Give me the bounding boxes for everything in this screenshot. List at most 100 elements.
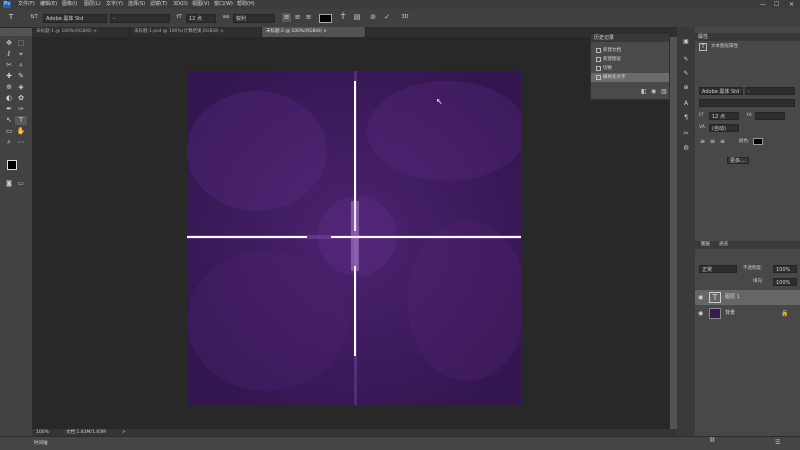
more-tools-icon[interactable]: ⋯	[15, 138, 27, 147]
shape-tool-icon[interactable]: ▭	[3, 127, 15, 136]
font-size-select[interactable]: 12 点	[186, 14, 216, 23]
link-layers-icon[interactable]: ⛓	[709, 437, 715, 443]
properties-title[interactable]: 属性	[695, 33, 800, 41]
path-select-icon[interactable]: ↖	[3, 116, 15, 125]
layer-name[interactable]: 背景	[725, 306, 735, 321]
zoom-tool-icon[interactable]: ⌕	[3, 138, 15, 147]
screen-mode-icon[interactable]: ▭	[15, 179, 27, 188]
fill-field[interactable]: 100%	[773, 278, 797, 286]
align-left-button[interactable]: ≡	[699, 137, 706, 146]
maximize-button[interactable]: ☐	[774, 0, 779, 9]
history-item[interactable]: 新建图层	[591, 55, 669, 64]
more-button[interactable]: 更多...	[727, 157, 749, 164]
adjustments-icon[interactable]: ◍	[680, 143, 692, 152]
font-family-select[interactable]: Adobe 黑体 Std	[43, 14, 107, 23]
menu-edit[interactable]: 编辑(E)	[40, 1, 57, 8]
close-icon[interactable]: ×	[220, 29, 224, 34]
marquee-tool-icon[interactable]: ⬚	[15, 39, 27, 48]
character-panel-icon[interactable]: ▤	[352, 13, 362, 22]
brush-tool-icon[interactable]: ✎	[15, 72, 27, 81]
history-title[interactable]: 历史记录	[591, 34, 669, 42]
align-left-button[interactable]: ≡	[282, 13, 291, 22]
menu-help[interactable]: 帮助(H)	[237, 1, 255, 8]
menu-layer[interactable]: 图层(L)	[84, 1, 101, 8]
history-panel-icon[interactable]: ▣	[680, 37, 692, 46]
menu-file[interactable]: 文件(F)	[18, 1, 35, 8]
quick-mask-icon[interactable]: ◙	[3, 179, 15, 188]
font-style-select[interactable]: -	[745, 87, 795, 95]
align-right-button[interactable]: ≡	[719, 137, 726, 146]
close-icon[interactable]: ×	[93, 29, 97, 34]
kerning-field[interactable]: (自动)	[709, 124, 739, 132]
commit-icon[interactable]: ✓	[382, 13, 392, 22]
status-menu-arrow[interactable]: >	[122, 429, 126, 436]
type-tool-icon[interactable]: T	[6, 13, 16, 22]
leading-field[interactable]	[755, 112, 785, 120]
document-canvas[interactable]	[187, 71, 521, 405]
layer-row-text[interactable]: ◉ T 图层 1	[695, 290, 800, 305]
blend-mode-select[interactable]: 正常	[699, 265, 737, 273]
type-tool-icon[interactable]: T	[15, 116, 27, 125]
zoom-level[interactable]: 100%	[36, 429, 49, 436]
eyedropper-tool-icon[interactable]: ⌕	[15, 61, 27, 70]
cancel-icon[interactable]: ⊘	[368, 13, 378, 22]
character-panel-icon[interactable]: A	[680, 99, 692, 108]
tab-layers[interactable]: 图层	[701, 242, 710, 248]
minimize-button[interactable]: —	[760, 0, 766, 9]
stamp-tool-icon[interactable]: ⊕	[3, 83, 15, 92]
foreground-color-swatch[interactable]	[7, 160, 17, 170]
text-orientation-icon[interactable]: ⇅T	[28, 13, 40, 22]
tab-channels[interactable]: 通道	[719, 242, 728, 248]
anti-alias-select[interactable]: 锐利	[233, 14, 275, 23]
healing-tool-icon[interactable]: ✚	[3, 72, 15, 81]
history-item-selected[interactable]: 栅格化文字	[591, 73, 669, 82]
layer-name[interactable]: 图层 1	[725, 290, 740, 305]
menu-type[interactable]: 文字(Y)	[106, 1, 123, 8]
menu-select[interactable]: 选择(S)	[128, 1, 145, 8]
tab-doc-2[interactable]: 未标题-1.psd @ 100%(计算结果,RGB/8) ×	[130, 27, 262, 37]
trash-icon[interactable]: ▥	[661, 88, 667, 95]
eye-icon[interactable]: ◉	[698, 306, 703, 321]
font-style-select[interactable]: -	[110, 14, 170, 23]
eraser-tool-icon[interactable]: ◐	[3, 94, 15, 103]
clone-source-icon[interactable]: ⊕	[680, 83, 692, 92]
text-color-swatch[interactable]	[319, 14, 332, 23]
timeline-tab[interactable]: 时间轴	[34, 440, 48, 446]
camera-icon[interactable]: ◉	[651, 88, 656, 95]
align-center-button[interactable]: ≡	[709, 137, 716, 146]
menu-image[interactable]: 图像(I)	[62, 1, 77, 8]
align-center-button[interactable]: ≡	[293, 13, 302, 22]
warp-text-icon[interactable]: T̃	[338, 13, 348, 22]
font-variant-field[interactable]	[699, 99, 795, 107]
text-color-swatch[interactable]	[753, 138, 763, 145]
menu-3d[interactable]: 3D(D)	[173, 1, 188, 8]
history-item[interactable]: 切换	[591, 64, 669, 73]
move-tool-icon[interactable]: ✥	[3, 39, 15, 48]
tool-presets-icon[interactable]: ✂	[680, 129, 692, 138]
paragraph-panel-icon[interactable]: ¶	[680, 113, 692, 122]
3d-text-icon[interactable]: 3D	[399, 13, 411, 22]
layer-row-background[interactable]: ◉ 背景 🔒	[695, 306, 800, 321]
close-button[interactable]: ✕	[789, 0, 794, 9]
eye-icon[interactable]: ◉	[698, 290, 703, 305]
close-icon[interactable]: ×	[323, 29, 327, 34]
font-family-select[interactable]: Adobe 黑体 Std	[699, 87, 743, 95]
quick-select-tool-icon[interactable]: ⌖	[15, 50, 27, 59]
lasso-tool-icon[interactable]: ℓ	[3, 50, 15, 59]
menu-view[interactable]: 视图(V)	[192, 1, 209, 8]
tab-doc-1[interactable]: 未标题-1 @ 100%(RGB/8) ×	[32, 27, 130, 37]
crop-tool-icon[interactable]: ✂	[3, 61, 15, 70]
panel-menu-icon[interactable]: ☰	[775, 439, 780, 446]
blur-tool-icon[interactable]: ✒	[3, 105, 15, 114]
menu-filter[interactable]: 滤镜(T)	[150, 1, 167, 8]
pen-tool-icon[interactable]: ✑	[15, 105, 27, 114]
menu-window[interactable]: 窗口(W)	[214, 1, 233, 8]
history-brush-icon[interactable]: ◈	[15, 83, 27, 92]
snapshot-icon[interactable]: ◧	[641, 88, 647, 95]
opacity-field[interactable]: 100%	[773, 265, 797, 273]
tab-doc-3[interactable]: 未标题-2 @ 100%(RGB/8) ×	[262, 27, 366, 37]
gradient-tool-icon[interactable]: ✿	[15, 94, 27, 103]
font-size-field[interactable]: 12 点	[709, 112, 739, 120]
align-right-button[interactable]: ≡	[304, 13, 313, 22]
history-item[interactable]: 新建文档	[591, 46, 669, 55]
